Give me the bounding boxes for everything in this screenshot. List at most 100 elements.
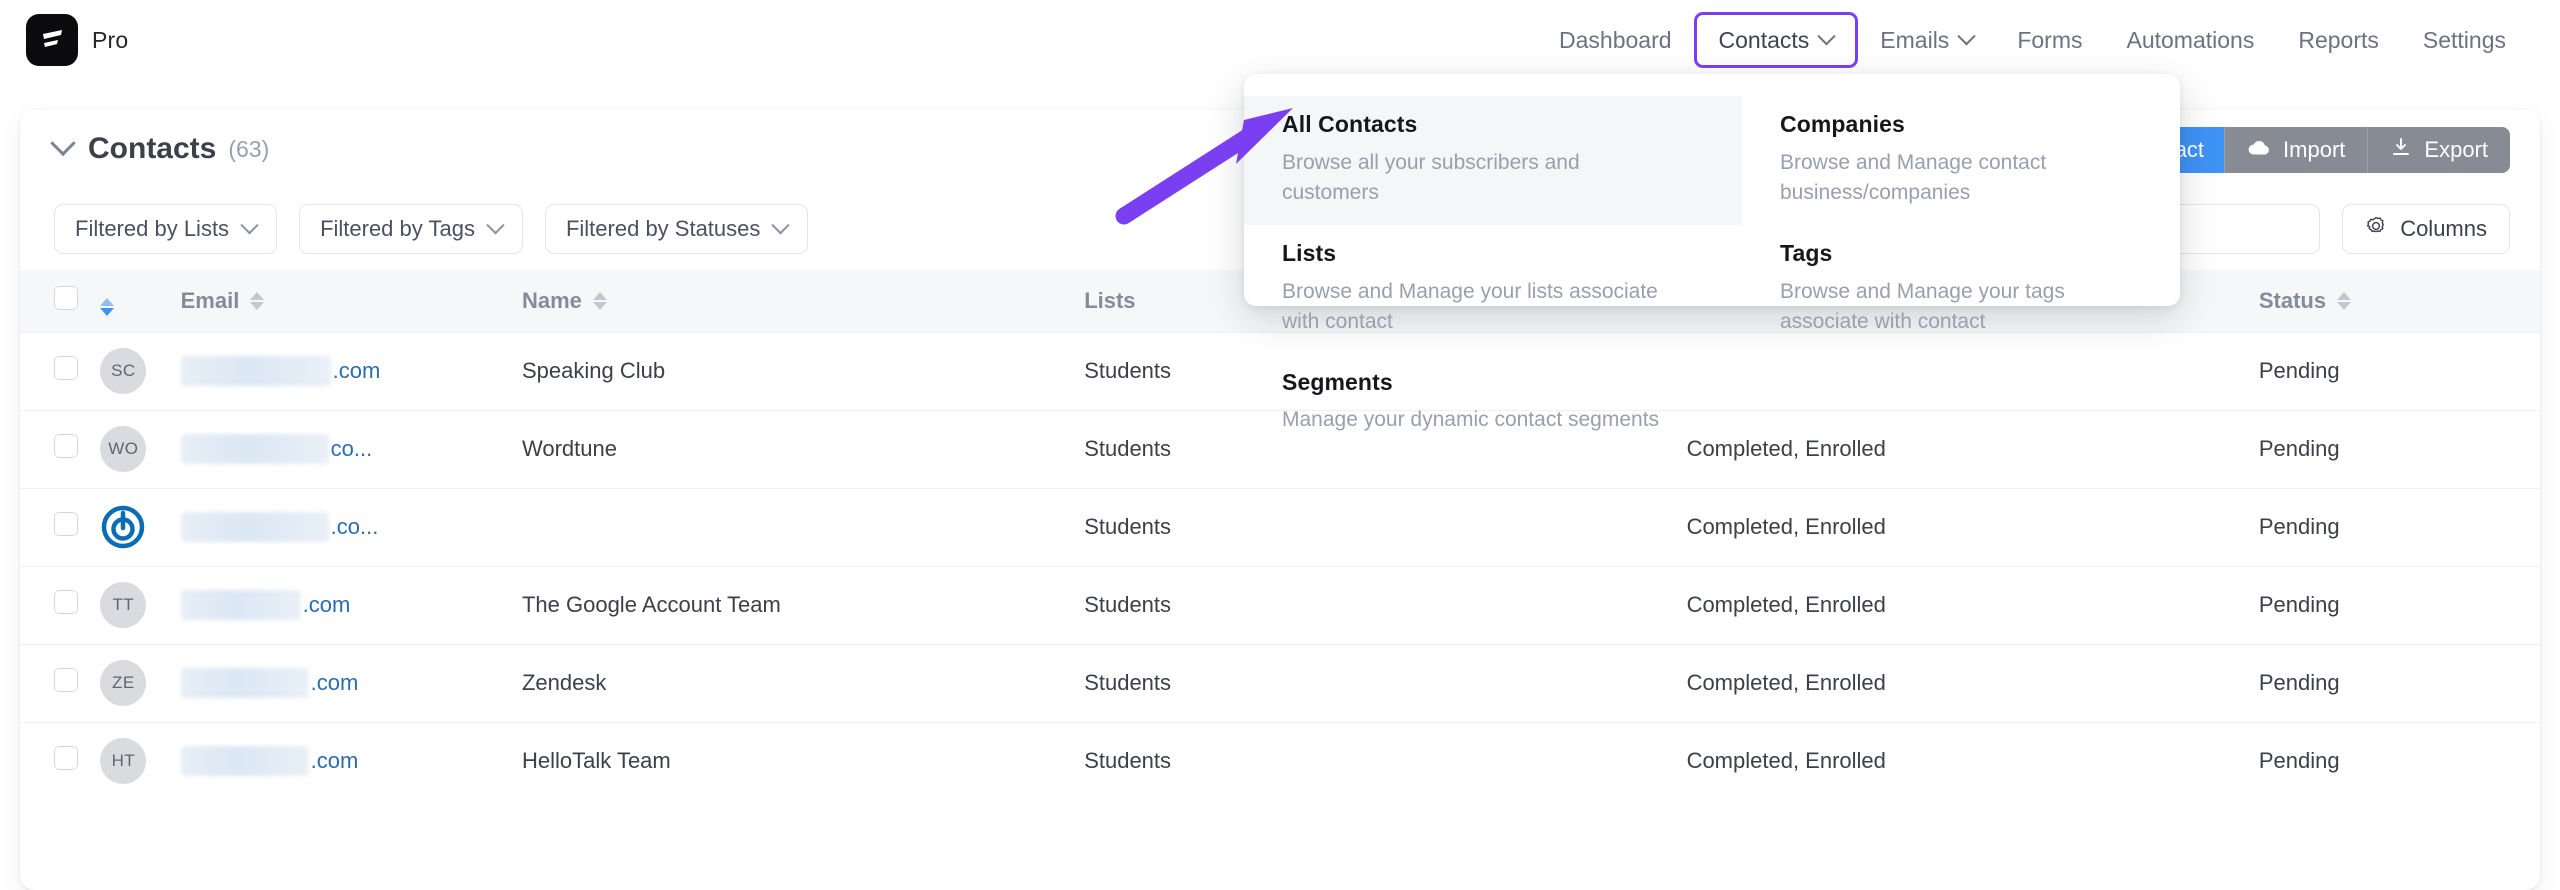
row-name-cell: HelloTalk Team [521, 748, 671, 774]
columns-button[interactable]: Columns [2342, 204, 2510, 254]
row-status-cell: Pending [2258, 514, 2340, 539]
redacted-email [180, 434, 329, 464]
nav-item-automations[interactable]: Automations [2104, 14, 2276, 66]
row-lists-cell: Students [1084, 592, 1172, 617]
row-checkbox[interactable] [54, 746, 78, 771]
filter-tags-dropdown[interactable]: Filtered by Tags [299, 204, 523, 254]
avatar: WO [100, 426, 147, 472]
row-select-cell [20, 722, 100, 800]
table-row[interactable]: HT .com HelloTalk Team Students Completed, E… [20, 722, 2540, 800]
th-name-label: Name [521, 287, 582, 313]
menu-item-tags[interactable]: Tags Browse and Manage your tags associa… [1742, 225, 2180, 354]
chevron-down-icon [240, 215, 259, 234]
row-avatar-cell: WO [100, 410, 180, 488]
sort-icon[interactable] [592, 291, 607, 310]
nav-label: Settings [2422, 26, 2506, 53]
row-email-cell: .com [180, 332, 522, 410]
redacted-email [180, 746, 309, 777]
filter-lists-dropdown[interactable]: Filtered by Lists [54, 204, 278, 254]
nav-label: Emails [1880, 26, 1950, 53]
chevron-down-icon [486, 215, 505, 234]
th-email[interactable]: Email [181, 270, 522, 332]
row-lists-cell: Students [1084, 670, 1172, 695]
row-avatar-cell: HT [100, 722, 180, 800]
row-name-cell: Speaking Club [521, 358, 666, 383]
row-extra-cell: Completed, Enrolled [1686, 514, 1886, 539]
filter-statuses-label: Filtered by Statuses [565, 216, 761, 241]
row-checkbox[interactable] [54, 668, 78, 692]
table-row[interactable]: TT .com The Google Account Team Students Com… [20, 566, 2540, 644]
row-select-cell [20, 410, 100, 488]
row-checkbox[interactable] [54, 356, 78, 380]
th-lists-label: Lists [1084, 287, 1136, 313]
row-checkbox[interactable] [54, 512, 78, 536]
collapse-chevron-icon[interactable] [50, 130, 76, 157]
redacted-email [180, 356, 331, 386]
row-avatar-cell: ZE [100, 644, 180, 722]
redacted-email [180, 590, 301, 620]
table-row[interactable]: .co... Students Completed, Enrolled Pending [20, 488, 2540, 566]
row-lists-cell: Students [1084, 748, 1172, 774]
sort-icon[interactable] [2337, 291, 2352, 310]
row-name-cell [522, 488, 1084, 566]
nav-item-forms[interactable]: Forms [1995, 14, 2104, 66]
row-email-cell: .co... [180, 488, 522, 566]
email-domain-suffix: .com [302, 592, 351, 617]
row-avatar-cell: SC [100, 332, 180, 410]
nav-item-dashboard[interactable]: Dashboard [1537, 14, 1694, 66]
redacted-email [180, 512, 329, 542]
plan-label: Pro [92, 26, 129, 53]
chevron-down-icon [1957, 26, 1977, 45]
row-checkbox[interactable] [54, 434, 78, 458]
chevron-down-icon [771, 215, 791, 234]
export-button[interactable]: Export [2367, 127, 2510, 173]
row-email-cell: .com [180, 722, 522, 800]
cloud-upload-icon [2247, 137, 2271, 163]
nav-label: Automations [2126, 26, 2255, 53]
menu-item-all-contacts[interactable]: All Contacts Browse all your subscribers… [1244, 96, 1742, 225]
th-name[interactable]: Name [522, 270, 1084, 332]
download-icon [2390, 136, 2412, 164]
row-status-cell: Pending [2258, 436, 2340, 461]
menu-item-companies[interactable]: Companies Browse and Manage contact busi… [1742, 96, 2180, 225]
page-title: Contacts [88, 132, 217, 165]
avatar: TT [100, 582, 147, 628]
row-checkbox[interactable] [54, 590, 78, 614]
menu-item-segments[interactable]: Segments Manage your dynamic contact seg… [1244, 354, 1742, 452]
menu-item-desc: Browse and Manage your lists associate w… [1282, 279, 1658, 334]
menu-item-lists[interactable]: Lists Browse and Manage your lists assoc… [1244, 225, 1742, 354]
menu-item-desc: Browse and Manage your tags associate wi… [1780, 279, 2065, 334]
gear-icon [2365, 215, 2387, 243]
sort-icon[interactable] [250, 291, 265, 310]
row-status-cell: Pending [2258, 592, 2340, 617]
export-label: Export [2424, 137, 2488, 162]
th-email-label: Email [180, 287, 240, 313]
select-all-checkbox[interactable] [54, 285, 78, 310]
nav-item-contacts[interactable]: Contacts [1693, 12, 1859, 68]
row-name-cell: The Google Account Team [521, 592, 781, 617]
nav-item-emails[interactable]: Emails [1858, 14, 1995, 66]
table-row[interactable]: ZE .com Zendesk Students Completed, Enrolled… [20, 644, 2540, 722]
email-domain-suffix: .com [332, 358, 381, 383]
nav-item-reports[interactable]: Reports [2276, 14, 2401, 66]
th-avatar-sort[interactable] [100, 270, 180, 332]
row-email-cell: co... [180, 410, 522, 488]
sort-icon[interactable] [100, 297, 115, 316]
columns-label: Columns [2400, 216, 2487, 241]
row-avatar-cell [100, 488, 180, 566]
row-name-cell: Zendesk [521, 670, 607, 695]
import-button[interactable]: Import [2224, 127, 2368, 173]
menu-item-title: Tags [1780, 239, 1833, 266]
avatar: HT [100, 738, 147, 785]
menu-item-desc: Browse all your subscribers and customer… [1282, 150, 1580, 205]
row-avatar-cell: TT [100, 566, 180, 644]
row-status-cell: Pending [2258, 670, 2340, 695]
filter-tags-label: Filtered by Tags [320, 216, 475, 241]
nav-item-settings[interactable]: Settings [2401, 14, 2528, 66]
filter-statuses-dropdown[interactable]: Filtered by Statuses [544, 204, 809, 254]
email-domain-suffix: .com [310, 748, 359, 774]
row-name-cell: Wordtune [521, 436, 617, 461]
th-status[interactable]: Status [2259, 270, 2540, 332]
row-email-cell: .com [180, 644, 522, 722]
contacts-dropdown-menu: All Contacts Browse all your subscribers… [1244, 74, 2180, 431]
